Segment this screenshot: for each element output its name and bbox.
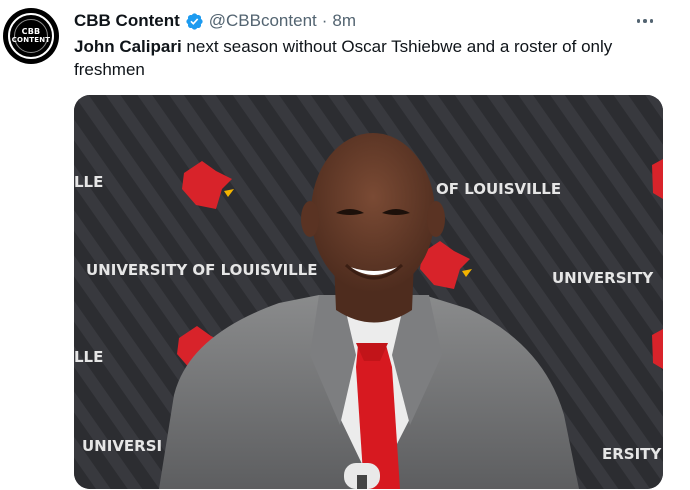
separator-dot: · bbox=[321, 11, 328, 30]
author-handle[interactable]: @CBBcontent bbox=[209, 11, 317, 31]
avatar[interactable]: CBB CONTENT bbox=[3, 8, 59, 64]
tweet-header: CBB Content @CBBcontent · 8m bbox=[74, 10, 356, 32]
tweet-bold-name: John Calipari bbox=[74, 37, 182, 56]
backdrop-text-3: UNIVERSITY OF LOUISVILLE bbox=[86, 261, 318, 279]
backdrop-text-1: LLE bbox=[74, 173, 103, 191]
backdrop-text-2: OF LOUISVILLE bbox=[436, 180, 561, 198]
timestamp[interactable]: 8m bbox=[332, 11, 356, 31]
backdrop-text-4: UNIVERSITY bbox=[552, 269, 654, 287]
avatar-logo: CBB CONTENT bbox=[8, 13, 54, 59]
press-conference-photo: LLE OF LOUISVILLE UNIVERSITY OF LOUISVIL… bbox=[74, 95, 663, 489]
tweet-media-photo[interactable]: LLE OF LOUISVILLE UNIVERSITY OF LOUISVIL… bbox=[74, 95, 663, 489]
author-display-name[interactable]: CBB Content bbox=[74, 11, 180, 31]
more-horizontal-icon[interactable] bbox=[634, 10, 656, 32]
tweet-text: John Calipari next season without Oscar … bbox=[74, 35, 664, 81]
microphone-icon bbox=[344, 463, 380, 489]
backdrop-text-6: UNIVERSI bbox=[82, 437, 162, 455]
verified-badge-icon bbox=[185, 12, 204, 31]
basketball-icon bbox=[14, 19, 48, 53]
backdrop-text-7: ERSITY bbox=[602, 445, 662, 463]
backdrop-text-5: LLE bbox=[74, 348, 103, 366]
